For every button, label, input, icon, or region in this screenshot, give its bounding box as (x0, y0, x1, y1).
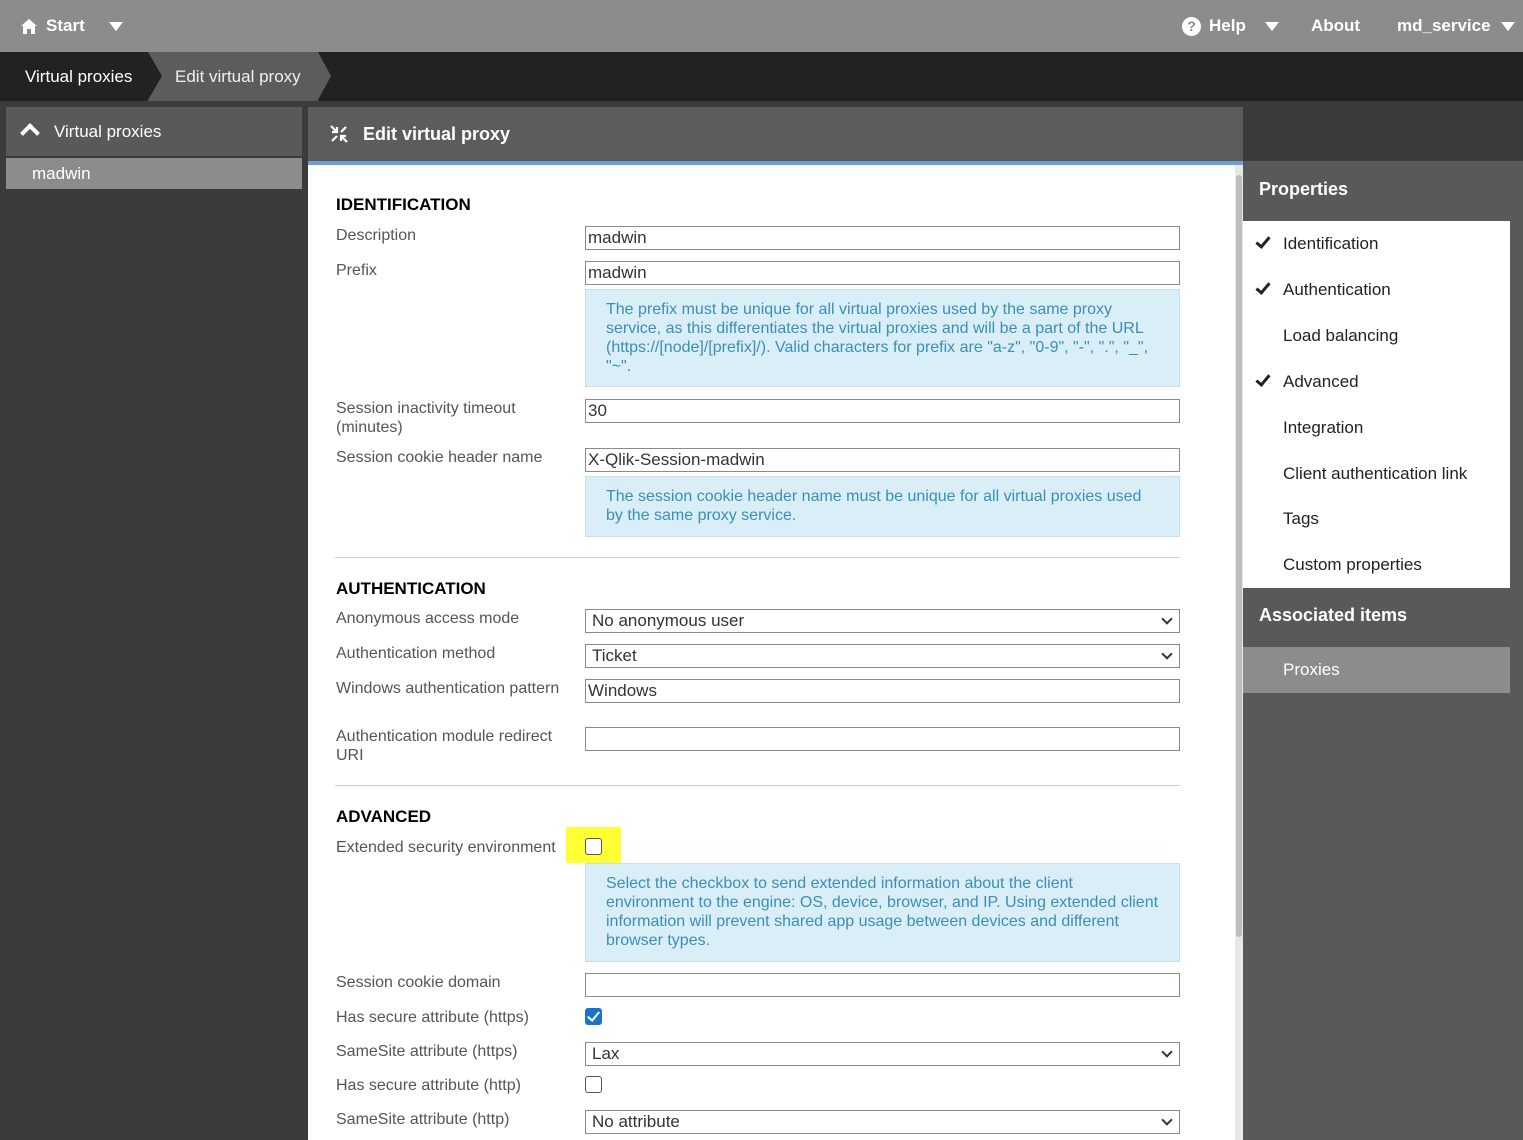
extended-security-label: Extended security environment (336, 839, 556, 856)
start-dropdown-toggle[interactable] (109, 0, 123, 52)
right-panel: Properties Identification Authentication… (1243, 161, 1523, 1140)
about-label: About (1311, 16, 1361, 35)
secure-https-label: Has secure attribute (https) (336, 1009, 529, 1026)
anonymous-mode-select[interactable]: No anonymous user (585, 609, 1180, 633)
home-icon (21, 18, 37, 34)
timeout-label: Session inactivity timeout (minutes) (336, 400, 516, 436)
cookie-domain-input[interactable] (585, 973, 1180, 997)
page-header: Edit virtual proxy (308, 107, 1243, 161)
help-menu[interactable]: ? Help (1182, 0, 1246, 52)
windows-pattern-input[interactable]: Windows (585, 679, 1180, 703)
breadcrumb-virtual-proxies[interactable]: Virtual proxies (0, 52, 150, 101)
breadcrumb-edit-virtual-proxy: Edit virtual proxy (148, 52, 318, 101)
chevron-down-icon (1161, 1046, 1173, 1058)
section-title-authentication: AUTHENTICATION (336, 579, 486, 598)
breadcrumb-separator (148, 52, 162, 100)
left-panel: Virtual proxies madwin (0, 101, 308, 1140)
form-scrollbar-thumb[interactable] (1236, 175, 1242, 937)
property-advanced[interactable]: Advanced (1283, 372, 1359, 392)
page-title: Edit virtual proxy (363, 123, 511, 144)
virtual-proxy-icon (330, 125, 348, 143)
left-panel-item-madwin[interactable]: madwin (6, 158, 302, 189)
check-icon (1255, 279, 1271, 295)
caret-down-icon (109, 21, 123, 31)
about-link[interactable]: About (1311, 0, 1360, 52)
property-client-auth-link[interactable]: Client authentication link (1283, 464, 1467, 484)
chevron-down-icon (1161, 1114, 1173, 1126)
property-identification[interactable]: Identification (1283, 234, 1378, 254)
auth-method-value: Ticket (592, 646, 637, 665)
anonymous-mode-value: No anonymous user (592, 611, 745, 630)
secure-https-checkbox[interactable] (585, 1008, 602, 1025)
associated-item-proxies[interactable]: Proxies (1243, 647, 1510, 693)
chevron-down-icon (1161, 648, 1173, 660)
help-label: Help (1209, 16, 1246, 35)
auth-method-select[interactable]: Ticket (585, 644, 1180, 668)
breadcrumb: Virtual proxies Edit virtual proxy (0, 52, 1523, 101)
redirect-uri-input[interactable] (585, 727, 1180, 751)
start-menu[interactable]: Start (20, 0, 85, 52)
redirect-uri-label: Authentication module redirect URI (336, 728, 553, 764)
section-title-advanced: ADVANCED (336, 807, 432, 826)
samesite-https-value: Lax (592, 1044, 620, 1063)
section-divider (335, 785, 1180, 786)
cookie-header-input[interactable]: X-Qlik-Session-madwin (585, 448, 1180, 472)
properties-title: Properties (1259, 179, 1349, 199)
samesite-https-select[interactable]: Lax (585, 1042, 1180, 1066)
prefix-label: Prefix (336, 262, 377, 279)
left-panel-header[interactable]: Virtual proxies (6, 107, 302, 156)
description-input[interactable]: madwin (585, 226, 1180, 250)
user-menu[interactable]: md_service (1397, 0, 1515, 52)
timeout-input[interactable]: 30 (585, 399, 1180, 423)
properties-list: Identification Authentication Load balan… (1243, 221, 1510, 588)
extended-security-info-box: Select the checkbox to send extended inf… (585, 863, 1180, 962)
cookie-domain-label: Session cookie domain (336, 974, 501, 991)
section-title-identification: IDENTIFICATION (336, 195, 471, 214)
cookie-header-label: Session cookie header name (336, 449, 543, 466)
property-load-balancing[interactable]: Load balancing (1283, 326, 1398, 346)
section-divider (335, 557, 1180, 558)
caret-down-icon (1500, 21, 1515, 31)
prefix-info-box: The prefix must be unique for all virtua… (585, 289, 1180, 387)
property-integration[interactable]: Integration (1283, 418, 1363, 438)
edit-form: IDENTIFICATION Description madwin Prefix… (308, 165, 1235, 1140)
prefix-input[interactable]: madwin (585, 261, 1180, 285)
breadcrumb-arrow (318, 52, 331, 100)
left-panel-title: Virtual proxies (54, 121, 162, 141)
secure-http-checkbox[interactable] (585, 1076, 602, 1093)
property-custom-properties[interactable]: Custom properties (1283, 555, 1422, 575)
samesite-http-select[interactable]: No attribute (585, 1110, 1180, 1134)
associated-items-title: Associated items (1259, 605, 1408, 625)
caret-down-icon (1265, 21, 1279, 31)
check-icon (1255, 371, 1271, 387)
extended-security-checkbox[interactable] (585, 838, 602, 855)
property-authentication[interactable]: Authentication (1283, 280, 1391, 300)
anonymous-mode-label: Anonymous access mode (336, 610, 520, 627)
property-tags[interactable]: Tags (1283, 509, 1319, 529)
user-label: md_service (1397, 16, 1491, 35)
help-dropdown-toggle[interactable] (1265, 0, 1279, 52)
start-label: Start (46, 16, 85, 35)
help-icon: ? (1182, 16, 1201, 36)
samesite-http-value: No attribute (592, 1112, 680, 1131)
auth-method-label: Authentication method (336, 645, 496, 662)
check-icon (1255, 233, 1271, 249)
samesite-https-label: SameSite attribute (https) (336, 1043, 518, 1060)
secure-http-label: Has secure attribute (http) (336, 1077, 521, 1094)
windows-pattern-label: Windows authentication pattern (336, 680, 560, 697)
chevron-up-icon (20, 123, 40, 143)
top-bar: Start ? Help About md_service (0, 0, 1523, 52)
description-label: Description (336, 227, 417, 244)
cookie-header-info-box: The session cookie header name must be u… (585, 476, 1180, 537)
chevron-down-icon (1161, 613, 1173, 625)
samesite-http-label: SameSite attribute (http) (336, 1111, 510, 1128)
